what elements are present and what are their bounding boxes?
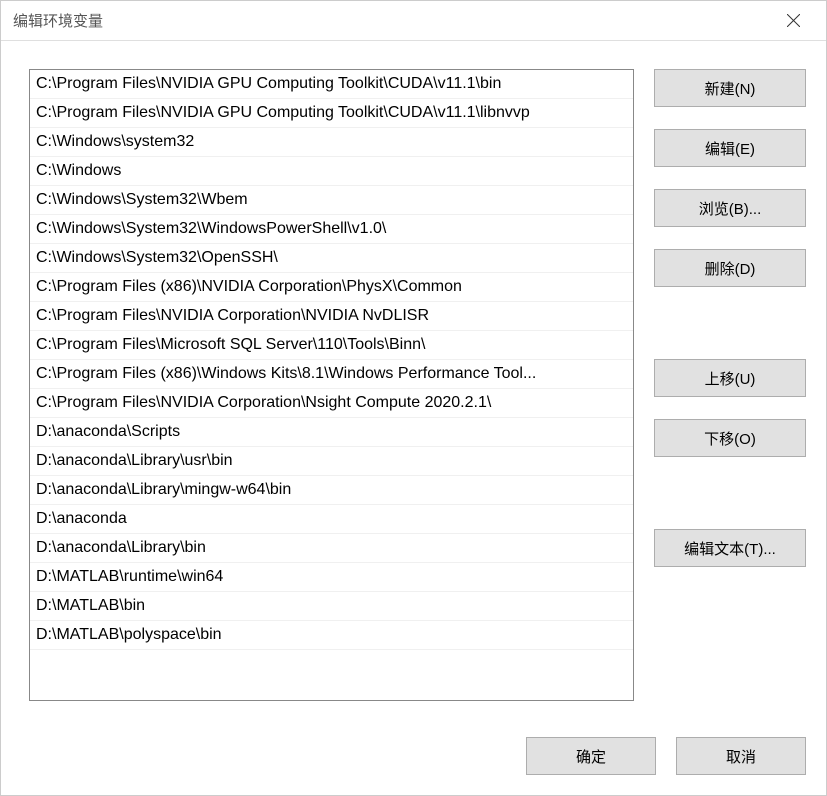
titlebar: 编辑环境变量 [1, 1, 826, 41]
list-item[interactable]: C:\Program Files (x86)\Windows Kits\8.1\… [30, 360, 633, 389]
list-item[interactable]: C:\Windows\System32\Wbem [30, 186, 633, 215]
footer-row: 确定 取消 [29, 713, 806, 775]
content-area: C:\Program Files\NVIDIA GPU Computing To… [1, 41, 826, 795]
edit-button[interactable]: 编辑(E) [654, 129, 806, 167]
browse-button[interactable]: 浏览(B)... [654, 189, 806, 227]
move-down-button[interactable]: 下移(O) [654, 419, 806, 457]
move-up-button[interactable]: 上移(U) [654, 359, 806, 397]
list-item[interactable]: C:\Windows\System32\WindowsPowerShell\v1… [30, 215, 633, 244]
list-item[interactable]: C:\Windows\system32 [30, 128, 633, 157]
list-item[interactable]: C:\Program Files\NVIDIA GPU Computing To… [30, 99, 633, 128]
list-item[interactable]: D:\anaconda\Library\bin [30, 534, 633, 563]
list-item[interactable]: D:\MATLAB\runtime\win64 [30, 563, 633, 592]
path-list[interactable]: C:\Program Files\NVIDIA GPU Computing To… [29, 69, 634, 701]
list-item[interactable]: D:\anaconda\Scripts [30, 418, 633, 447]
list-item[interactable]: C:\Program Files\NVIDIA Corporation\NVID… [30, 302, 633, 331]
delete-button[interactable]: 删除(D) [654, 249, 806, 287]
list-item[interactable]: C:\Program Files\NVIDIA Corporation\Nsig… [30, 389, 633, 418]
dialog-title: 编辑环境变量 [13, 10, 771, 31]
list-item[interactable]: C:\Windows [30, 157, 633, 186]
close-icon [787, 14, 800, 27]
list-item[interactable]: D:\anaconda\Library\usr\bin [30, 447, 633, 476]
list-item[interactable]: C:\Program Files (x86)\NVIDIA Corporatio… [30, 273, 633, 302]
edit-env-var-dialog: 编辑环境变量 C:\Program Files\NVIDIA GPU Compu… [0, 0, 827, 796]
list-item[interactable]: D:\MATLAB\polyspace\bin [30, 621, 633, 650]
side-buttons: 新建(N) 编辑(E) 浏览(B)... 删除(D) 上移(U) 下移(O) 编… [654, 69, 806, 713]
list-item[interactable]: D:\anaconda\Library\mingw-w64\bin [30, 476, 633, 505]
new-button[interactable]: 新建(N) [654, 69, 806, 107]
cancel-button[interactable]: 取消 [676, 737, 806, 775]
list-item[interactable]: D:\anaconda [30, 505, 633, 534]
edit-text-button[interactable]: 编辑文本(T)... [654, 529, 806, 567]
ok-button[interactable]: 确定 [526, 737, 656, 775]
close-button[interactable] [771, 1, 816, 41]
list-item[interactable]: C:\Windows\System32\OpenSSH\ [30, 244, 633, 273]
list-item[interactable]: C:\Program Files\NVIDIA GPU Computing To… [30, 70, 633, 99]
list-item[interactable]: D:\MATLAB\bin [30, 592, 633, 621]
list-item[interactable]: C:\Program Files\Microsoft SQL Server\11… [30, 331, 633, 360]
main-row: C:\Program Files\NVIDIA GPU Computing To… [29, 69, 806, 713]
